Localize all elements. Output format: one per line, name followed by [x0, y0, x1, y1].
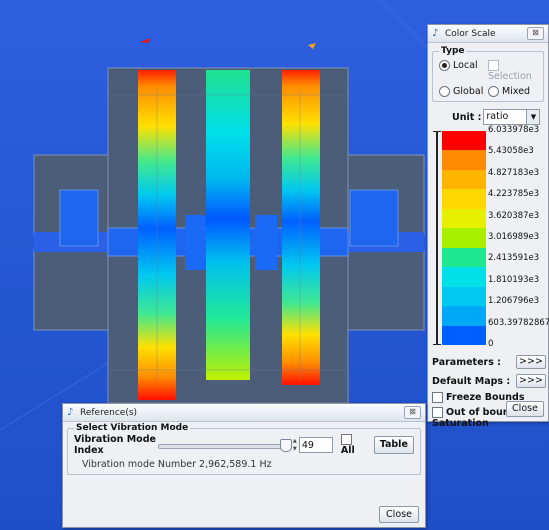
- type-legend: Type: [441, 46, 465, 56]
- scale-swatch: [442, 267, 486, 288]
- reference-title: Reference(s): [80, 407, 138, 418]
- color-scale-panel: ♪ Color Scale ⊠ Type Local Selection Glo…: [427, 24, 549, 429]
- mode-index-label: Vibration Mode Index: [74, 434, 156, 456]
- chevron-down-icon: ▼: [526, 110, 540, 124]
- slider-thumb[interactable]: [280, 439, 293, 452]
- scale-swatch: [442, 286, 486, 307]
- scale-value-label: 3.016989e3: [488, 232, 540, 242]
- table-button[interactable]: Table: [373, 436, 414, 454]
- scale-value-label: 4.827183e3: [488, 167, 540, 178]
- reference-close-button[interactable]: Close: [379, 506, 419, 523]
- unit-row: Unit : ratio ▼: [452, 109, 548, 125]
- app-icon: ♪: [432, 27, 439, 39]
- scale-value-label: 3.620387e3: [488, 210, 540, 221]
- mode-index-slider[interactable]: [158, 438, 293, 452]
- default-maps-expand-button[interactable]: >>>: [516, 374, 546, 388]
- color-scale-title: Color Scale: [445, 28, 496, 39]
- scale-value-label: 2.413591e3: [488, 253, 540, 264]
- parameters-expand-button[interactable]: >>>: [516, 355, 546, 369]
- radio-global[interactable]: Global: [439, 86, 488, 97]
- vibration-mode-group: Select Vibration Mode Vibration Mode Ind…: [67, 423, 421, 475]
- scale-value-label: 1.206796e3: [488, 296, 540, 307]
- scale-value-label: 6.033978e3: [488, 125, 540, 135]
- mode-info-text: Vibration mode Number 2,962,589.1 Hz: [82, 459, 272, 470]
- scale-value-label: 1.810193e3: [488, 274, 540, 285]
- unit-select[interactable]: ratio ▼: [483, 109, 541, 125]
- unit-label: Unit :: [452, 111, 482, 123]
- default-maps-row: Default Maps : >>>: [432, 374, 546, 388]
- mode-index-input[interactable]: 49: [298, 437, 333, 453]
- default-maps-label: Default Maps :: [432, 375, 511, 387]
- checkbox-selection: Selection: [488, 60, 537, 82]
- radio-mixed[interactable]: Mixed: [488, 86, 537, 97]
- scale-value-label: 603.39782867: [488, 317, 549, 328]
- radio-local[interactable]: Local: [439, 60, 488, 82]
- scale-swatch: [442, 208, 486, 229]
- app-icon: ♪: [67, 406, 74, 418]
- color-scale-bar: 6.033978e3 5.43058e3 4.827183e3 4.223785e3 3…: [432, 125, 549, 349]
- scale-swatch: [442, 306, 486, 327]
- vibration-mode-legend: Select Vibration Mode: [76, 423, 189, 433]
- spinner-down-icon[interactable]: ▼: [291, 445, 299, 453]
- close-icon[interactable]: ⊠: [404, 406, 421, 419]
- scale-swatch: [442, 228, 486, 249]
- reference-titlebar[interactable]: ♪ Reference(s) ⊠: [63, 404, 425, 422]
- spinner-up-icon[interactable]: ▲: [291, 437, 299, 445]
- all-checkbox[interactable]: All: [340, 434, 368, 456]
- close-icon[interactable]: ⊠: [527, 27, 544, 40]
- scale-value-label: 0: [488, 339, 494, 349]
- reference-panel: ♪ Reference(s) ⊠ Select Vibration Mode V…: [62, 403, 426, 528]
- color-scale-titlebar[interactable]: ♪ Color Scale ⊠: [428, 25, 548, 43]
- mode-index-spinner[interactable]: ▲ ▼ 49: [291, 437, 333, 453]
- scale-swatch: [442, 131, 486, 151]
- scale-swatch: [442, 189, 486, 210]
- parameters-label: Parameters :: [432, 356, 501, 368]
- scale-swatch: [442, 169, 486, 190]
- unit-value: ratio: [486, 111, 509, 122]
- mode-shape-columns: [138, 70, 320, 400]
- scale-value-label: 4.223785e3: [488, 189, 540, 200]
- parameters-row: Parameters : >>> Default Maps : >>> Free…: [432, 355, 546, 429]
- type-group: Type Local Selection Global Mixed: [432, 46, 544, 102]
- scale-swatch: [442, 325, 486, 346]
- scale-swatch: [442, 150, 486, 171]
- color-scale-close-button[interactable]: Close: [506, 401, 544, 417]
- scale-value-label: 5.43058e3: [488, 146, 534, 157]
- scale-swatch: [442, 247, 486, 268]
